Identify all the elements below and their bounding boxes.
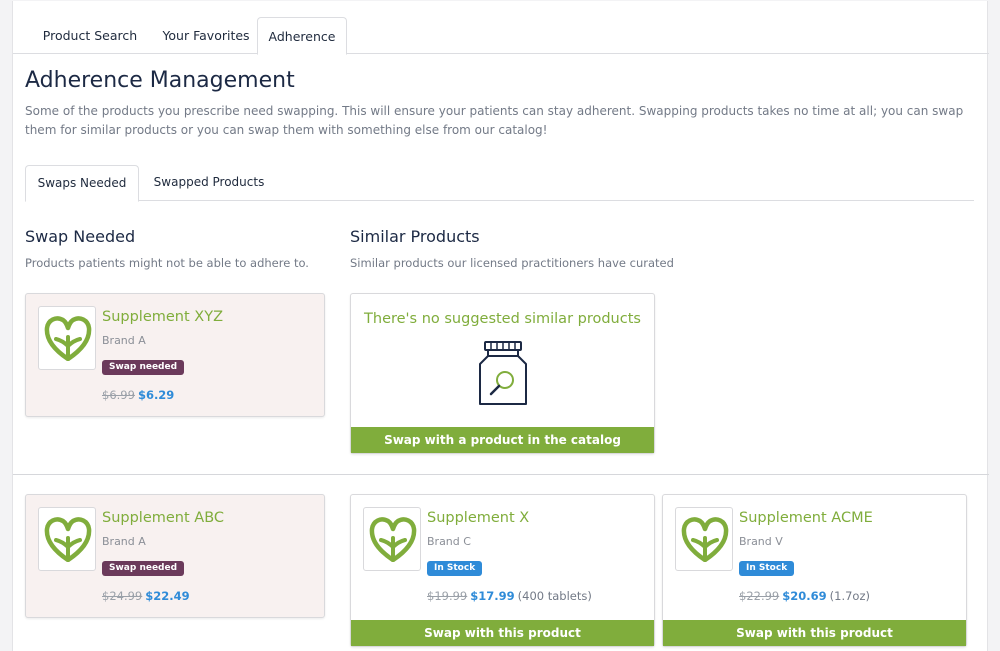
swap-needed-subtitle: Products patients might not be able to a… [25, 256, 309, 270]
status-badge: Swap needed [102, 360, 185, 375]
similar-products-subtitle: Similar products our licensed practition… [350, 256, 674, 270]
product-brand: Brand A [102, 535, 146, 548]
product-name[interactable]: Supplement ACME [739, 510, 873, 526]
original-price: $22.99 [739, 589, 780, 603]
similar-product-card[interactable]: Supplement ACME Brand V In Stock $22.99 $… [662, 494, 967, 647]
leaf-heart-icon [681, 517, 729, 562]
swap-with-product-button[interactable]: Swap with this product [351, 620, 654, 646]
product-logo [363, 507, 421, 571]
similar-products-title: Similar Products [350, 227, 480, 246]
discount-price: $20.69 [782, 589, 827, 603]
leaf-heart-icon [44, 517, 92, 562]
leaf-heart-icon [44, 316, 92, 361]
empty-message: There's no suggested similar products [364, 311, 641, 327]
product-brand: Brand C [427, 535, 471, 548]
product-brand: Brand A [102, 334, 146, 347]
swap-needed-card[interactable]: Supplement XYZ Brand A Swap needed $6.99… [25, 293, 325, 417]
product-price: $19.99 $17.99 (400 tablets) [427, 589, 592, 603]
original-price: $19.99 [427, 589, 468, 603]
page-description: Some of the products you prescribe need … [25, 104, 964, 137]
leaf-heart-icon [369, 517, 417, 562]
app-frame: Product Search Your Favorites Adherence … [12, 1, 989, 651]
stock-badge: In Stock [427, 561, 483, 576]
swap-needed-card[interactable]: Supplement ABC Brand A Swap needed $24.9… [25, 494, 325, 618]
product-name[interactable]: Supplement X [427, 510, 529, 526]
product-logo [675, 507, 733, 571]
discount-price: $6.29 [137, 388, 175, 402]
similar-product-card[interactable]: Supplement X Brand C In Stock $19.99 $17.… [350, 494, 655, 647]
sub-tab-bar: Swaps Needed Swapped Products [25, 165, 974, 202]
original-price: $24.99 [102, 589, 143, 603]
discount-price: $17.99 [470, 589, 515, 603]
product-size: (400 tablets) [517, 589, 592, 603]
tab-swaps-needed[interactable]: Swaps Needed [25, 165, 139, 202]
product-price: $22.99 $20.69 (1.7oz) [739, 589, 870, 603]
product-brand: Brand V [739, 535, 783, 548]
row-divider [13, 474, 989, 475]
page-title: Adherence Management [25, 68, 295, 93]
product-name[interactable]: Supplement XYZ [102, 309, 223, 325]
discount-price: $22.49 [145, 589, 190, 603]
empty-similar-card: There's no suggested similar products Sw… [350, 293, 655, 454]
product-size: (1.7oz) [829, 589, 870, 603]
tab-product-search[interactable]: Product Search [25, 17, 155, 54]
bottle-search-icon [479, 341, 527, 405]
status-badge: Swap needed [102, 561, 185, 576]
top-tab-bar: Product Search Your Favorites Adherence [13, 17, 989, 55]
stock-badge: In Stock [739, 561, 795, 576]
original-price: $6.99 [102, 388, 135, 402]
product-price: $24.99 $22.49 [102, 589, 190, 603]
swap-with-product-button[interactable]: Swap with this product [663, 620, 966, 646]
product-logo [38, 507, 96, 571]
swap-with-catalog-button[interactable]: Swap with a product in the catalog [351, 427, 654, 453]
tab-swapped-products[interactable]: Swapped Products [139, 165, 279, 201]
tab-adherence[interactable]: Adherence [257, 17, 347, 55]
tab-your-favorites[interactable]: Your Favorites [155, 17, 257, 54]
product-price: $6.99 $6.29 [102, 388, 174, 402]
product-logo [38, 306, 96, 370]
product-name[interactable]: Supplement ABC [102, 510, 224, 526]
swap-needed-title: Swap Needed [25, 227, 136, 246]
